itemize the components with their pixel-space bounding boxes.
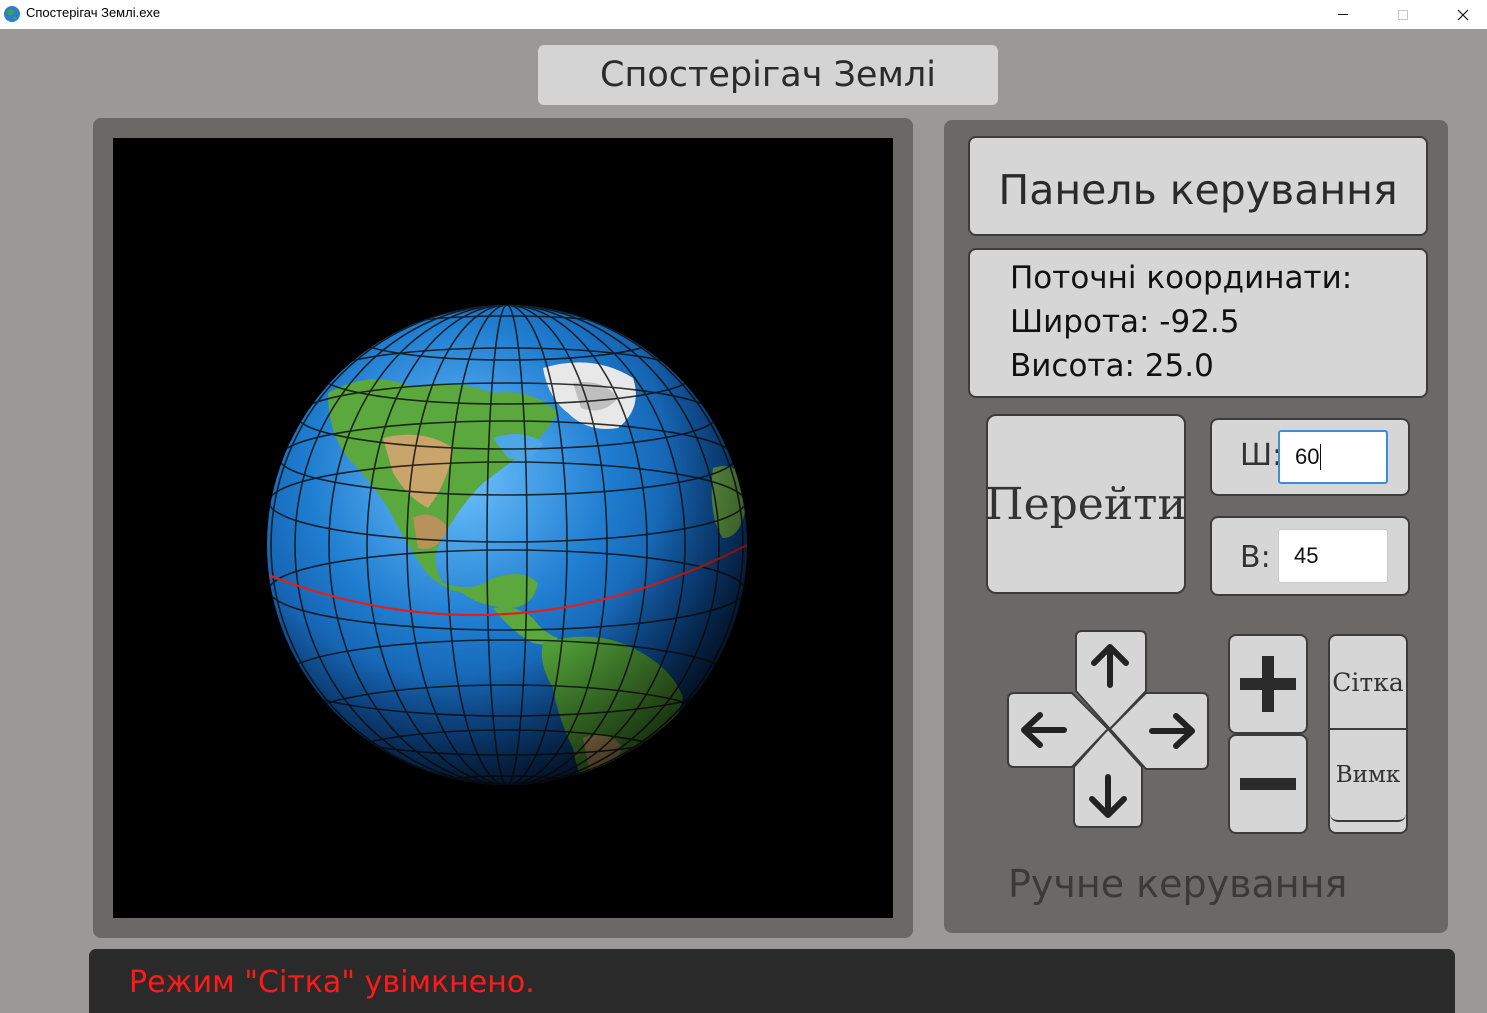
grid-toggle-group: Сітка Вимк xyxy=(1328,634,1408,834)
close-icon xyxy=(1457,9,1469,20)
zoom-out-button[interactable] xyxy=(1228,734,1308,834)
latitude-input-group: Ш: 60 xyxy=(1210,418,1410,496)
altitude-input[interactable]: 45 xyxy=(1278,529,1388,583)
altitude-label: В: xyxy=(1240,540,1271,575)
maximize-button[interactable] xyxy=(1380,0,1426,29)
status-bar: Режим "Сітка" увімкнено. xyxy=(89,949,1455,1013)
current-coordinates-box: Поточні координати: Широта: -92.5 Висота… xyxy=(968,248,1428,398)
globe-icon xyxy=(4,6,20,22)
manual-control-label: Ручне керування xyxy=(1008,862,1348,906)
minimize-button[interactable] xyxy=(1320,0,1366,29)
control-panel: Панель керування Поточні координати: Шир… xyxy=(944,120,1448,933)
globe-render xyxy=(267,305,747,785)
globe-viewer-panel xyxy=(93,118,913,938)
app-header-title: Спостерігач Землі xyxy=(538,45,998,105)
latitude-readout: Широта: -92.5 xyxy=(1010,304,1240,340)
control-panel-title: Панель керування xyxy=(968,136,1428,236)
altitude-input-group: В: 45 xyxy=(1210,516,1410,596)
latitude-input-value: 60 xyxy=(1295,444,1320,469)
status-message: Режим "Сітка" увімкнено. xyxy=(129,965,535,1000)
plus-icon xyxy=(1240,656,1296,712)
close-button[interactable] xyxy=(1440,0,1486,29)
altitude-readout: Висота: 25.0 xyxy=(1010,348,1214,384)
globe-shading xyxy=(267,305,747,785)
grid-on-button[interactable]: Сітка xyxy=(1330,636,1406,730)
altitude-input-value: 45 xyxy=(1294,543,1319,568)
window-title: Спостерігач Землі.exe xyxy=(26,5,161,20)
window-titlebar: Спостерігач Землі.exe xyxy=(0,0,1487,29)
text-caret xyxy=(1320,444,1322,470)
minus-icon xyxy=(1240,778,1296,790)
grid-off-button[interactable]: Вимк xyxy=(1330,730,1406,822)
go-button[interactable]: Перейти xyxy=(985,414,1187,594)
zoom-in-button[interactable] xyxy=(1228,634,1308,734)
maximize-icon xyxy=(1398,9,1408,20)
latitude-label: Ш: xyxy=(1240,438,1283,473)
coords-heading: Поточні координати: xyxy=(1010,260,1353,296)
direction-pad xyxy=(1006,629,1210,829)
globe-viewport[interactable] xyxy=(113,138,893,918)
minimize-icon xyxy=(1338,14,1348,15)
latitude-input[interactable]: 60 xyxy=(1278,430,1388,484)
